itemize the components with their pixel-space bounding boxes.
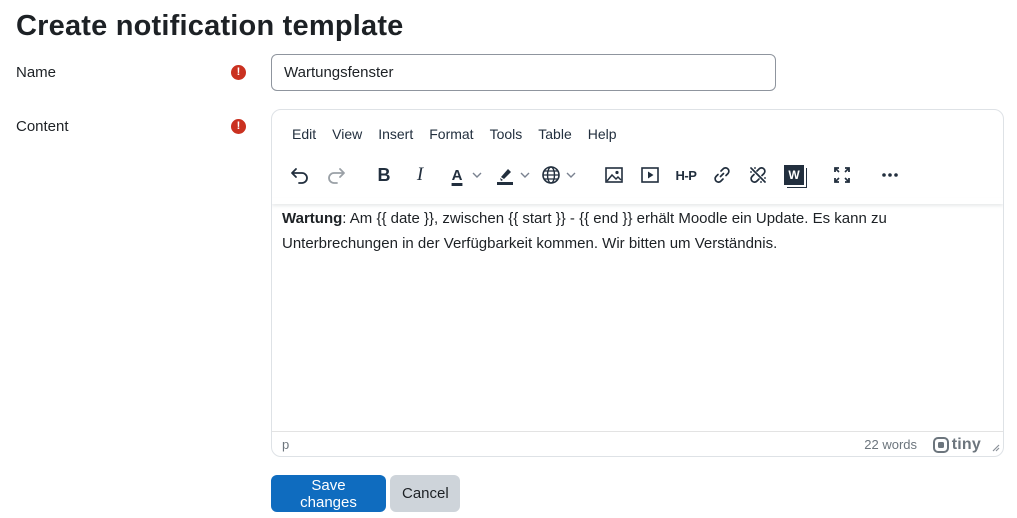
tiny-brand-text: tiny: [951, 436, 981, 453]
name-input[interactable]: [271, 54, 776, 91]
language-button[interactable]: [538, 160, 564, 190]
more-button[interactable]: [872, 160, 908, 190]
fullscreen-icon: [834, 167, 850, 183]
undo-icon: [291, 168, 308, 184]
redo-icon: [328, 168, 345, 184]
menu-view[interactable]: View: [324, 124, 370, 144]
unlink-icon: [750, 167, 766, 183]
menu-edit[interactable]: Edit: [284, 124, 324, 144]
editor-toolbar: B I A H-P W: [282, 158, 908, 192]
content-label: Content: [16, 118, 69, 135]
menu-tools[interactable]: Tools: [482, 124, 531, 144]
language-dropdown[interactable]: [564, 172, 578, 178]
insert-image-button[interactable]: [596, 160, 632, 190]
page-title: Create notification template: [16, 10, 404, 42]
highlight-button[interactable]: [492, 160, 518, 190]
media-play-icon: [641, 167, 659, 183]
element-path[interactable]: p: [282, 437, 289, 452]
word-count[interactable]: 22 words: [864, 437, 917, 452]
tiny-brand-link[interactable]: tiny: [932, 436, 981, 454]
chevron-down-icon: [520, 172, 530, 178]
cancel-button[interactable]: Cancel: [390, 475, 460, 512]
paste-from-word-button[interactable]: W: [776, 160, 812, 190]
more-horizontal-icon: [882, 173, 898, 177]
menu-table[interactable]: Table: [530, 124, 579, 144]
content-bold-text: Wartung: [282, 210, 343, 227]
bold-button[interactable]: B: [366, 160, 402, 190]
highlight-icon: [497, 169, 513, 185]
text-color-button[interactable]: A: [444, 160, 470, 190]
link-icon: [714, 167, 730, 183]
editor-menubar: Edit View Insert Format Tools Table Help: [284, 124, 625, 144]
text-color-icon: A: [451, 166, 463, 184]
h5p-button[interactable]: H-P: [668, 160, 704, 190]
content-text: : Am {{ date }}, zwischen {{ start }} - …: [282, 210, 887, 252]
editor-statusbar: p 22 words tiny: [272, 431, 1003, 456]
fullscreen-button[interactable]: [824, 160, 860, 190]
resize-grip-icon: [992, 444, 1000, 452]
required-icon: !: [231, 65, 246, 80]
menu-format[interactable]: Format: [421, 124, 481, 144]
save-changes-button[interactable]: Save changes: [271, 475, 386, 512]
image-icon: [605, 167, 623, 183]
undo-button[interactable]: [282, 160, 318, 190]
resize-handle[interactable]: [990, 440, 1000, 455]
required-icon: !: [231, 119, 246, 134]
word-icon: W: [784, 165, 804, 185]
name-label: Name: [16, 64, 57, 81]
menu-help[interactable]: Help: [580, 124, 625, 144]
unlink-button[interactable]: [740, 160, 776, 190]
editor-content-area[interactable]: Wartung: Am {{ date }}, zwischen {{ star…: [282, 206, 994, 432]
rich-text-editor: Edit View Insert Format Tools Table Help…: [271, 109, 1004, 457]
tiny-logo-icon: [932, 437, 949, 453]
globe-icon: [542, 166, 560, 184]
redo-button[interactable]: [318, 160, 354, 190]
highlight-dropdown[interactable]: [518, 172, 532, 178]
insert-link-button[interactable]: [704, 160, 740, 190]
text-color-dropdown[interactable]: [470, 172, 484, 178]
insert-media-button[interactable]: [632, 160, 668, 190]
chevron-down-icon: [566, 172, 576, 178]
toolbar-divider: [272, 198, 1003, 204]
italic-button[interactable]: I: [402, 160, 438, 190]
menu-insert[interactable]: Insert: [370, 124, 421, 144]
chevron-down-icon: [472, 172, 482, 178]
